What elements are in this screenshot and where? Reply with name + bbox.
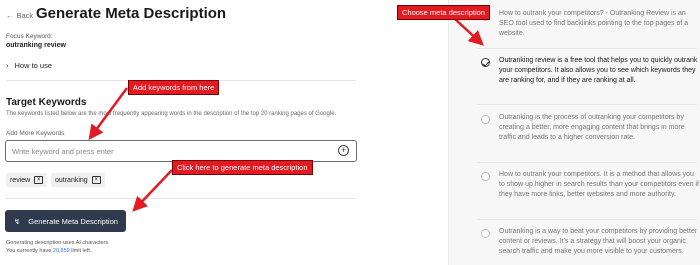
callout-add-keywords: Add keywords from here — [128, 80, 220, 95]
focus-keyword-label: Focus Keyword: — [6, 33, 53, 40]
plus-circle-icon[interactable]: + — [338, 145, 349, 156]
page-title: Generate Meta Description — [36, 5, 227, 22]
limit-note: You currently have 20,859 limit left. — [6, 248, 92, 254]
divider — [477, 104, 697, 105]
keyword-tag: review × — [6, 173, 48, 187]
descriptions-panel: How to outrank your competitors? - Outra… — [448, 0, 700, 265]
generate-meta-description-button[interactable]: ↯ Generate Meta Description — [5, 210, 126, 232]
radio-unchecked-icon[interactable] — [481, 172, 490, 181]
description-text: Outranking is a way to beat your competi… — [499, 228, 698, 255]
callout-choose-description: Choose meta description — [397, 5, 490, 20]
remove-tag-icon[interactable]: × — [34, 176, 44, 184]
keyword-tag: outranking × — [51, 173, 105, 187]
callout-click-generate: Click here to generate meta description — [172, 160, 313, 175]
divider — [477, 219, 697, 220]
description-text: Outranking review is a free tool that he… — [499, 57, 698, 84]
how-to-use-label: How to use — [14, 61, 53, 70]
left-panel: ← Back Generate Meta Description Focus K… — [0, 0, 448, 265]
keyword-tag-label: outranking — [55, 176, 88, 184]
remove-tag-icon[interactable]: × — [91, 176, 101, 184]
arrow-left-icon: ← — [6, 11, 14, 20]
divider — [477, 48, 697, 49]
back-link[interactable]: ← Back — [6, 11, 33, 20]
generation-note: Generating description uses AI character… — [6, 240, 110, 246]
divider — [6, 198, 356, 199]
radio-unchecked-icon[interactable] — [481, 229, 490, 238]
chevron-right-icon: › — [6, 61, 9, 70]
limit-value: 20,859 — [52, 248, 70, 254]
check-circle-icon[interactable] — [481, 58, 490, 67]
lightning-icon: ↯ — [14, 216, 21, 226]
keyword-input[interactable] — [5, 140, 357, 162]
focus-keyword-value: outranking review — [6, 42, 66, 49]
description-text: How to outrank your competitors. It is a… — [499, 171, 699, 198]
back-label: Back — [16, 11, 34, 20]
generate-button-label: Generate Meta Description — [28, 216, 118, 226]
target-keywords-description: The keywords listed below are the most f… — [6, 111, 337, 117]
keyword-tag-label: review — [10, 176, 31, 184]
add-keywords-label: Add More Keywords — [6, 130, 65, 137]
target-keywords-title: Target Keywords — [6, 97, 87, 108]
description-text: How to outrank your competitors? - Outra… — [499, 10, 689, 37]
description-text: Outranking is the process of outranking … — [499, 114, 685, 141]
how-to-use-toggle[interactable]: › How to use — [6, 61, 52, 70]
divider — [477, 162, 697, 163]
radio-unchecked-icon[interactable] — [481, 115, 490, 124]
